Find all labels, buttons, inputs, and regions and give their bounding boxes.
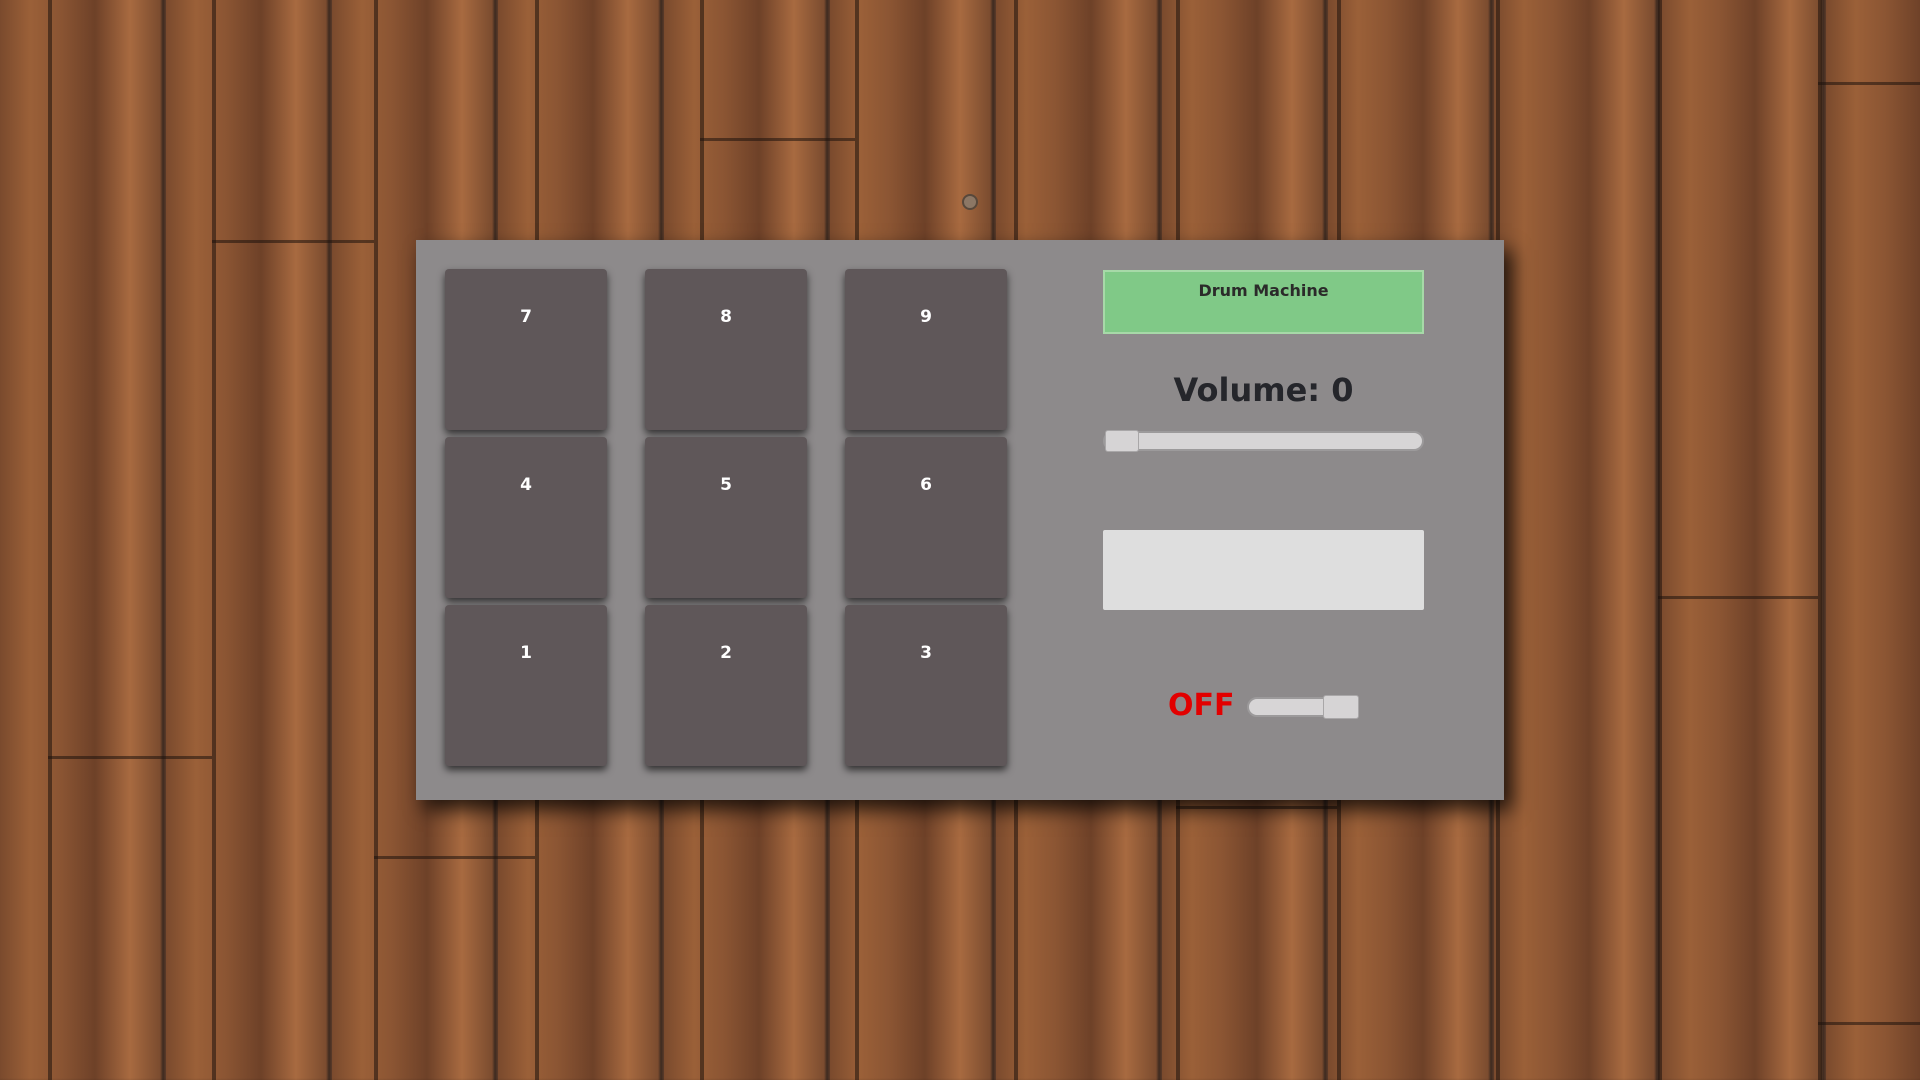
drum-pad-label: 8 xyxy=(720,307,732,327)
drum-pad-label: 9 xyxy=(920,307,932,327)
drum-pad-2[interactable]: 2 xyxy=(645,605,807,766)
wood-plank-seam xyxy=(1658,0,1662,1080)
drum-pad-9[interactable]: 9 xyxy=(845,269,1007,430)
screw-icon xyxy=(962,194,978,210)
wood-plank-joint xyxy=(1818,1022,1920,1025)
drum-pad-6[interactable]: 6 xyxy=(845,437,1007,598)
volume-slider[interactable] xyxy=(1103,430,1424,452)
wood-plank-seam xyxy=(1818,0,1822,1080)
sound-display xyxy=(1103,530,1424,610)
drum-pad-label: 6 xyxy=(920,475,932,495)
wood-plank-seam xyxy=(212,0,216,1080)
wood-plank-joint xyxy=(1658,596,1818,599)
wood-plank-joint xyxy=(1176,806,1337,809)
drum-pad-label: 7 xyxy=(520,307,532,327)
wood-plank-joint xyxy=(374,856,535,859)
drum-pad-label: 5 xyxy=(720,475,732,495)
drum-pad-8[interactable]: 8 xyxy=(645,269,807,430)
drum-pad-5[interactable]: 5 xyxy=(645,437,807,598)
volume-slider-thumb[interactable] xyxy=(1105,430,1139,452)
drum-pad-label: 4 xyxy=(520,475,532,495)
drum-pad-7[interactable]: 7 xyxy=(445,269,607,430)
drum-machine-panel: 7 8 9 4 5 6 1 2 3 Drum Machine Volume: 0… xyxy=(416,240,1504,800)
wood-plank-joint xyxy=(48,756,212,759)
power-toggle-thumb[interactable] xyxy=(1323,695,1359,719)
drum-pad-3[interactable]: 3 xyxy=(845,605,1007,766)
wood-plank-seam xyxy=(48,0,52,1080)
app-title-box: Drum Machine xyxy=(1103,270,1424,334)
drum-pad-label: 2 xyxy=(720,643,732,663)
wood-plank-joint xyxy=(700,138,855,141)
drum-pad-1[interactable]: 1 xyxy=(445,605,607,766)
drum-pad-label: 3 xyxy=(920,643,932,663)
wood-plank-joint xyxy=(1818,82,1920,85)
wood-plank-joint xyxy=(212,240,374,243)
drum-pad-4[interactable]: 4 xyxy=(445,437,607,598)
volume-label: Volume: 0 xyxy=(1173,371,1354,409)
power-toggle[interactable] xyxy=(1247,695,1359,719)
wood-plank-seam xyxy=(374,0,378,1080)
app-title: Drum Machine xyxy=(1198,281,1329,300)
power-status-label: OFF xyxy=(1168,688,1235,723)
drum-pad-label: 1 xyxy=(520,643,532,663)
